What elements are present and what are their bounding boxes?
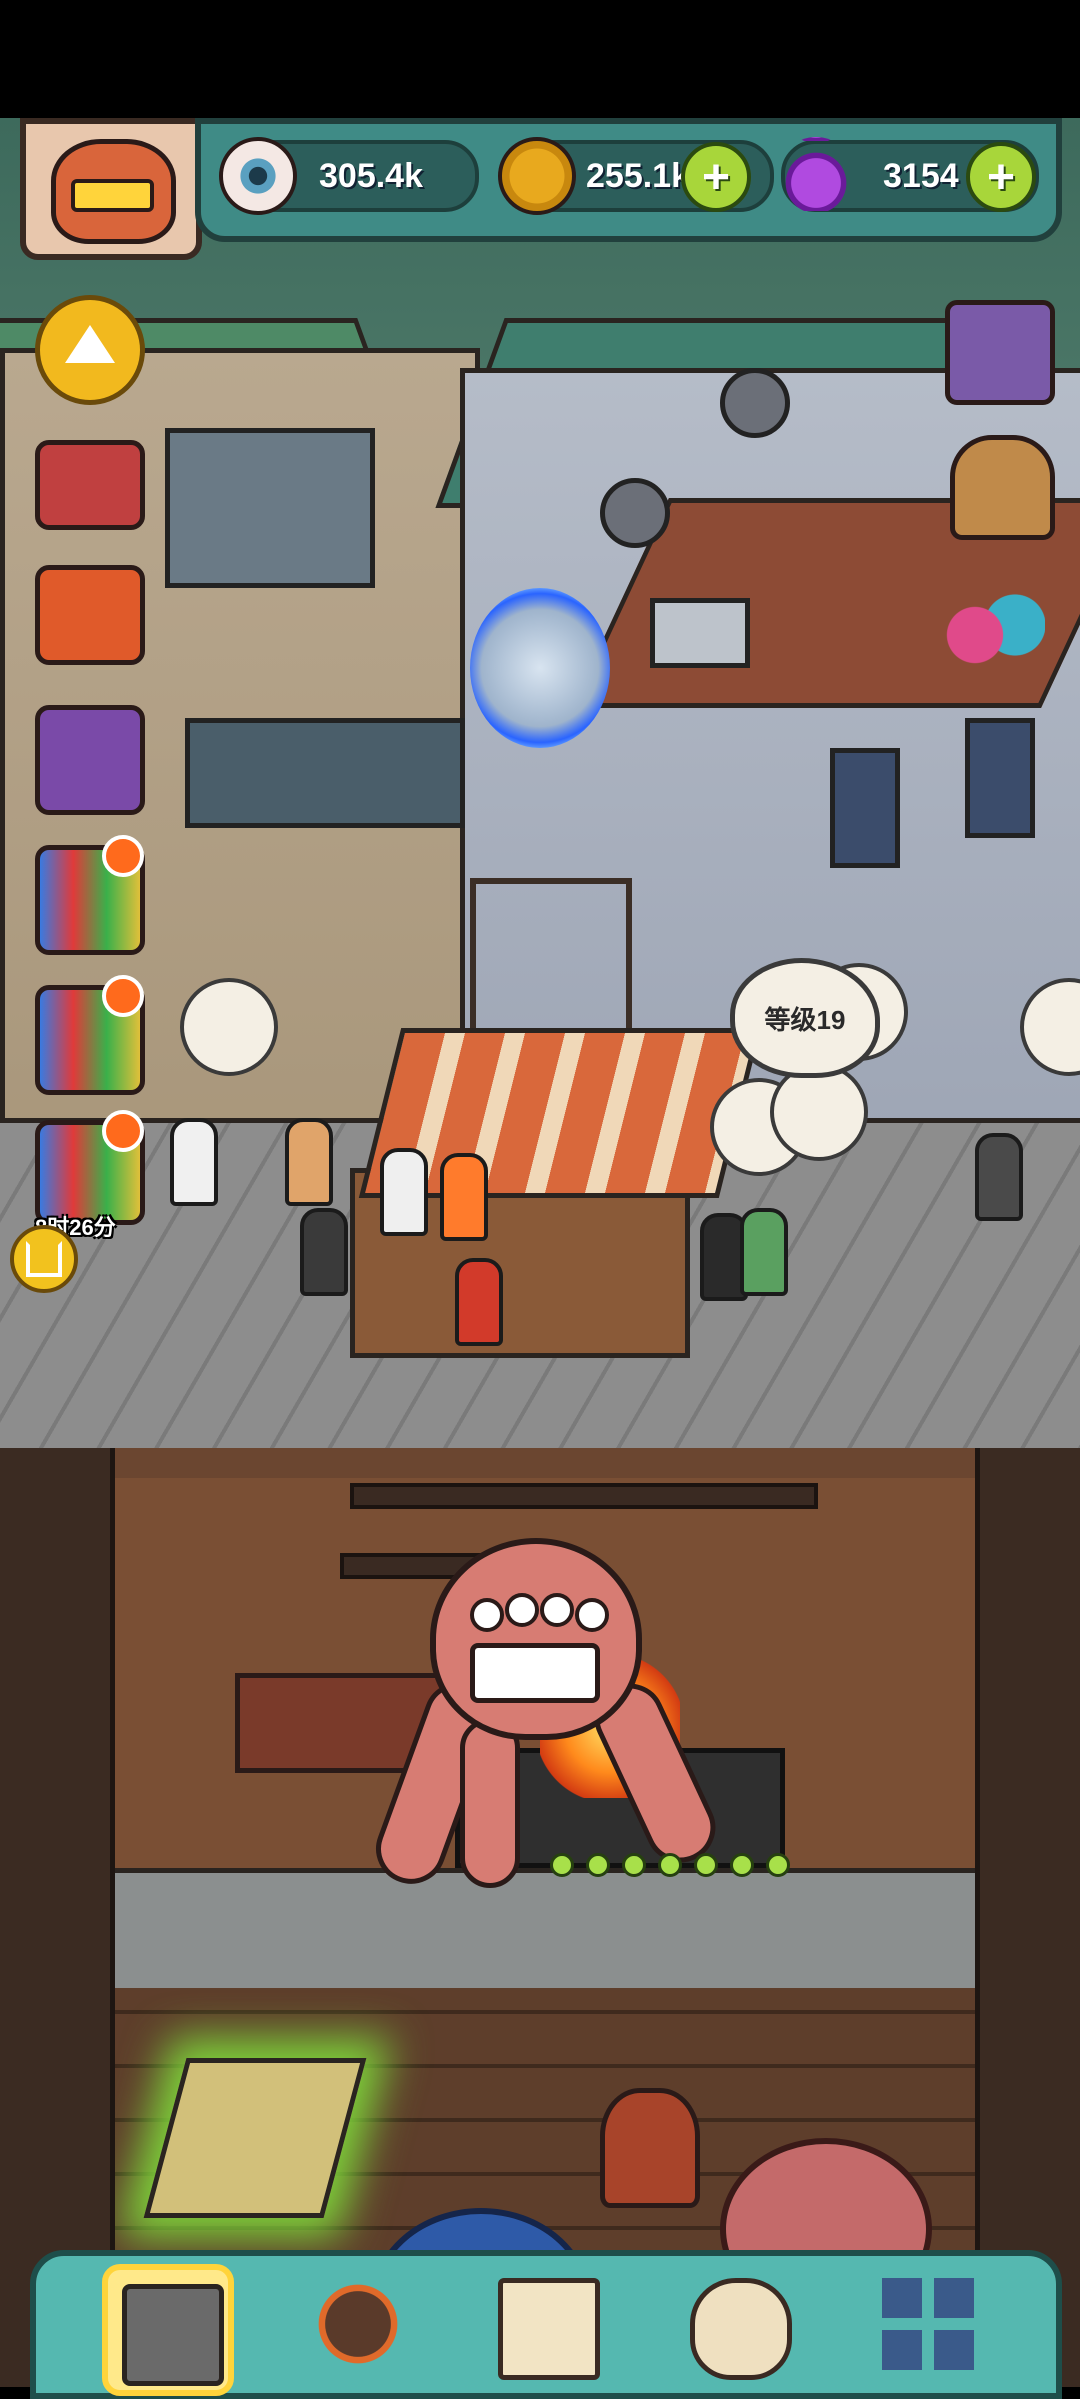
round-window bbox=[600, 478, 670, 548]
dirt-wall-left bbox=[0, 1448, 115, 2387]
display-window bbox=[185, 718, 465, 828]
coin-icon bbox=[498, 137, 576, 215]
eyeball-count: 305.4k bbox=[319, 156, 423, 195]
bottom-nav bbox=[30, 2250, 1062, 2399]
home-button[interactable] bbox=[10, 1225, 78, 1293]
octopus-mouth bbox=[470, 1643, 600, 1703]
octopus-eye bbox=[505, 1593, 539, 1627]
kitchen-floor bbox=[83, 1868, 1007, 1998]
round-window bbox=[720, 368, 790, 438]
octopus-eye bbox=[540, 1593, 574, 1627]
up-arrow-icon bbox=[65, 325, 115, 363]
window bbox=[965, 718, 1035, 838]
octopus-eye bbox=[575, 1598, 609, 1632]
grid-icon bbox=[882, 2278, 974, 2370]
status-bar bbox=[0, 0, 1080, 118]
money-bag-icon bbox=[690, 2278, 792, 2380]
window bbox=[830, 748, 900, 868]
kitchen-shelf bbox=[350, 1483, 818, 1509]
nav-grid[interactable] bbox=[868, 2264, 988, 2384]
customer-character[interactable] bbox=[440, 1153, 488, 1241]
blue-portal[interactable] bbox=[470, 588, 610, 748]
nav-book[interactable] bbox=[484, 2264, 604, 2384]
customer-character[interactable] bbox=[300, 1208, 348, 1296]
coin-count: 255.1k bbox=[586, 156, 690, 195]
customer-character[interactable] bbox=[740, 1208, 788, 1296]
building-icon bbox=[122, 2284, 224, 2386]
customer-character[interactable] bbox=[285, 1118, 333, 1206]
expand-button[interactable] bbox=[35, 295, 145, 405]
notification-badge bbox=[102, 1110, 144, 1152]
nav-shop[interactable] bbox=[676, 2264, 796, 2384]
monster-icon bbox=[312, 2278, 404, 2370]
eyeball-icon bbox=[219, 137, 297, 215]
light-dot bbox=[622, 1853, 646, 1877]
player-avatar[interactable] bbox=[20, 118, 202, 260]
nav-building[interactable] bbox=[102, 2264, 234, 2396]
light-dot bbox=[694, 1853, 718, 1877]
notification-badge bbox=[102, 835, 144, 877]
octopus-eye bbox=[470, 1598, 504, 1632]
tv-ad-icon[interactable] bbox=[945, 300, 1055, 405]
book-icon bbox=[498, 2278, 600, 2380]
light-dot bbox=[658, 1853, 682, 1877]
plus-icon: + bbox=[986, 150, 1016, 204]
avatar-visor bbox=[71, 179, 154, 212]
octopus-tentacle bbox=[460, 1718, 520, 1888]
customer-character[interactable] bbox=[455, 1258, 503, 1346]
potion-icon bbox=[777, 137, 855, 215]
shop-sign-panel bbox=[165, 428, 375, 588]
customer-character[interactable] bbox=[170, 1118, 218, 1206]
add-coins-button[interactable]: + bbox=[681, 142, 751, 212]
resource-bar: 305.4k 255.1k + 3154 + bbox=[195, 118, 1062, 242]
customer-character[interactable] bbox=[380, 1148, 428, 1236]
octopus-chef[interactable] bbox=[430, 1538, 642, 1740]
add-potions-button[interactable]: + bbox=[966, 142, 1036, 212]
card-pack-icon[interactable] bbox=[35, 705, 145, 815]
plus-icon: + bbox=[701, 150, 731, 204]
home-icon bbox=[26, 1241, 62, 1277]
level-bubble: 等级19 bbox=[730, 958, 880, 1078]
light-dot bbox=[766, 1853, 790, 1877]
ac-unit bbox=[650, 598, 750, 668]
customer-character[interactable] bbox=[975, 1133, 1023, 1221]
level-text: 等级19 bbox=[764, 1004, 846, 1035]
dirt-wall-right bbox=[975, 1448, 1080, 2387]
indicator-lights bbox=[550, 1853, 790, 1877]
thought-bubble[interactable] bbox=[180, 978, 278, 1076]
monster-eggs-icon[interactable] bbox=[945, 575, 1045, 675]
notification-badge bbox=[102, 975, 144, 1017]
backpack-icon[interactable] bbox=[950, 435, 1055, 540]
gift-box-icon[interactable] bbox=[35, 440, 145, 530]
light-dot bbox=[550, 1853, 574, 1877]
game-scene[interactable]: 等级19 bbox=[0, 118, 1080, 2387]
gift-box-icon[interactable] bbox=[35, 565, 145, 665]
light-dot bbox=[586, 1853, 610, 1877]
nav-monster[interactable] bbox=[298, 2264, 418, 2384]
potion-count: 3154 bbox=[883, 156, 959, 195]
light-dot bbox=[730, 1853, 754, 1877]
horned-creature[interactable] bbox=[600, 2088, 700, 2208]
eyeball-resource[interactable]: 305.4k bbox=[219, 137, 479, 215]
